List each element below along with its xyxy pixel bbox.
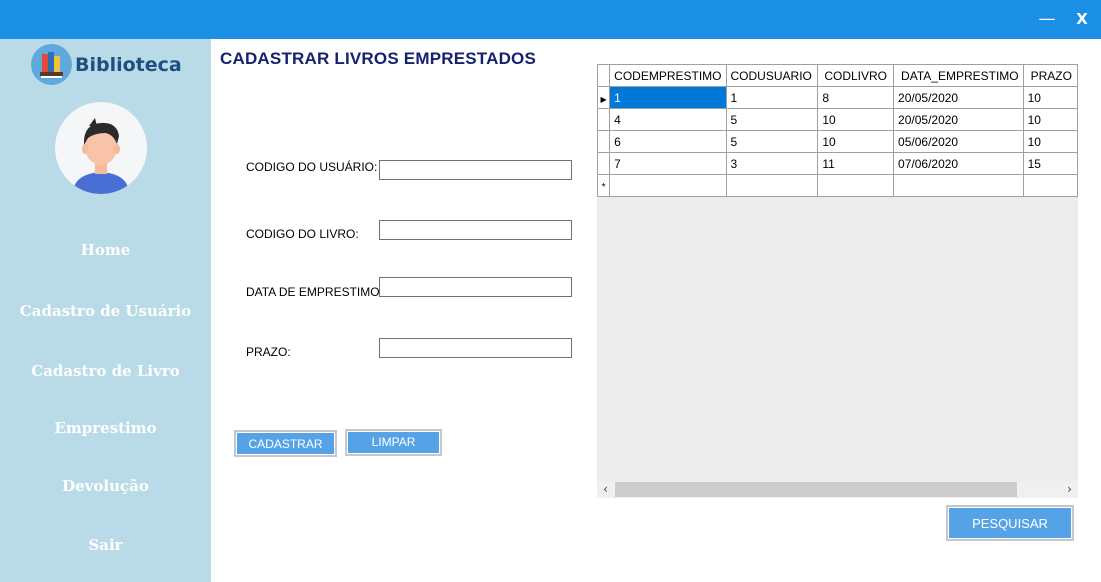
avatar	[55, 102, 147, 194]
row-header-cell[interactable]: ▶	[597, 86, 611, 109]
sidebar-item-cadastro-usuario[interactable]: Cadastro de Usuário	[0, 302, 211, 320]
table-row[interactable]: 7 3 11 07/06/2020 15	[597, 152, 1078, 175]
table-cell[interactable]: 15	[1022, 152, 1078, 175]
minimize-button[interactable]: —	[1034, 6, 1060, 32]
emprestimos-table: CODEMPRESTIMO CODUSUARIO CODLIVRO DATA_E…	[597, 64, 1078, 197]
data-emprestimo-input[interactable]	[379, 277, 572, 297]
table-cell[interactable]: 4	[609, 108, 727, 131]
prazo-label: PRAZO:	[246, 345, 291, 359]
title-bar: — X	[0, 0, 1101, 39]
column-header[interactable]: CODLIVRO	[817, 64, 895, 87]
table-row[interactable]: ▶ 1 1 8 20/05/2020 10	[597, 86, 1078, 109]
close-button[interactable]: X	[1069, 6, 1095, 32]
table-cell[interactable]	[725, 174, 819, 197]
sidebar-item-home[interactable]: Home	[0, 241, 211, 259]
page-title: CADASTRAR LIVROS EMPRESTADOS	[220, 49, 537, 68]
table-cell[interactable]: 5	[725, 130, 819, 153]
new-row-indicator-icon: *	[601, 181, 606, 193]
column-header[interactable]: CODUSUARIO	[725, 64, 819, 87]
table-cell[interactable]: 20/05/2020	[893, 86, 1024, 109]
column-header[interactable]: DATA_EMPRESTIMO	[893, 64, 1024, 87]
table-cell[interactable]	[817, 174, 895, 197]
table-cell[interactable]	[893, 174, 1024, 197]
column-header[interactable]: CODEMPRESTIMO	[609, 64, 727, 87]
table-cell[interactable]: 8	[817, 86, 895, 109]
pesquisar-button-label: PESQUISAR	[948, 507, 1072, 539]
table-cell[interactable]: 07/06/2020	[893, 152, 1024, 175]
table-cell[interactable]: 6	[609, 130, 727, 153]
logo-text: Biblioteca	[75, 54, 182, 76]
corner-header-cell	[597, 64, 611, 87]
new-row[interactable]: *	[597, 174, 1078, 197]
table-cell[interactable]: 10	[817, 130, 895, 153]
table-cell[interactable]: 10	[1022, 86, 1078, 109]
sidebar-item-sair[interactable]: Sair	[0, 536, 211, 554]
table-cell[interactable]: 10	[1022, 108, 1078, 131]
codigo-livro-input[interactable]	[379, 220, 572, 240]
codigo-livro-label: CODIGO DO LIVRO:	[246, 227, 359, 241]
emprestimos-grid[interactable]: CODEMPRESTIMO CODUSUARIO CODLIVRO DATA_E…	[597, 64, 1078, 497]
current-row-indicator-icon: ▶	[600, 94, 607, 104]
row-header-cell[interactable]: *	[597, 174, 611, 197]
table-cell[interactable]: 5	[725, 108, 819, 131]
row-header-cell[interactable]	[597, 152, 611, 175]
table-cell[interactable]: 1	[725, 86, 819, 109]
prazo-input[interactable]	[379, 338, 572, 358]
cadastrar-button[interactable]: CADASTRAR	[234, 430, 337, 457]
sidebar-item-emprestimo[interactable]: Emprestimo	[0, 419, 211, 437]
table-cell[interactable]	[1022, 174, 1078, 197]
sidebar: Biblioteca Home Cadastro de Usuário Cada…	[0, 39, 211, 582]
codigo-usuario-label: CODIGO DO USUÁRIO:	[246, 160, 378, 174]
limpar-button-label: LIMPAR	[347, 431, 440, 454]
header-row: CODEMPRESTIMO CODUSUARIO CODLIVRO DATA_E…	[597, 64, 1078, 87]
table-cell[interactable]	[609, 174, 727, 197]
data-emprestimo-label: DATA DE EMPRESTIMO:	[246, 285, 383, 299]
horizontal-scrollbar[interactable]: ‹ ›	[597, 481, 1078, 498]
table-cell[interactable]: 7	[609, 152, 727, 175]
table-cell[interactable]: 05/06/2020	[893, 130, 1024, 153]
limpar-button[interactable]: LIMPAR	[345, 429, 442, 456]
table-cell[interactable]: 1	[609, 86, 727, 109]
codigo-usuario-input[interactable]	[379, 160, 572, 180]
table-cell[interactable]: 20/05/2020	[893, 108, 1024, 131]
table-cell[interactable]: 11	[817, 152, 895, 175]
table-cell[interactable]: 10	[817, 108, 895, 131]
pesquisar-button[interactable]: PESQUISAR	[946, 505, 1074, 541]
cadastrar-button-label: CADASTRAR	[236, 432, 335, 455]
scroll-right-icon[interactable]: ›	[1061, 481, 1078, 498]
row-header-cell[interactable]	[597, 130, 611, 153]
table-row[interactable]: 4 5 10 20/05/2020 10	[597, 108, 1078, 131]
table-row[interactable]: 6 5 10 05/06/2020 10	[597, 130, 1078, 153]
scroll-left-icon[interactable]: ‹	[597, 481, 614, 498]
column-header[interactable]: PRAZO	[1022, 64, 1078, 87]
table-cell[interactable]: 3	[725, 152, 819, 175]
scrollbar-thumb[interactable]	[615, 482, 1017, 497]
row-header-cell[interactable]	[597, 108, 611, 131]
sidebar-item-devolucao[interactable]: Devolução	[0, 477, 211, 495]
table-cell[interactable]: 10	[1022, 130, 1078, 153]
library-logo-icon	[31, 44, 72, 85]
sidebar-item-cadastro-livro[interactable]: Cadastro de Livro	[0, 362, 211, 380]
